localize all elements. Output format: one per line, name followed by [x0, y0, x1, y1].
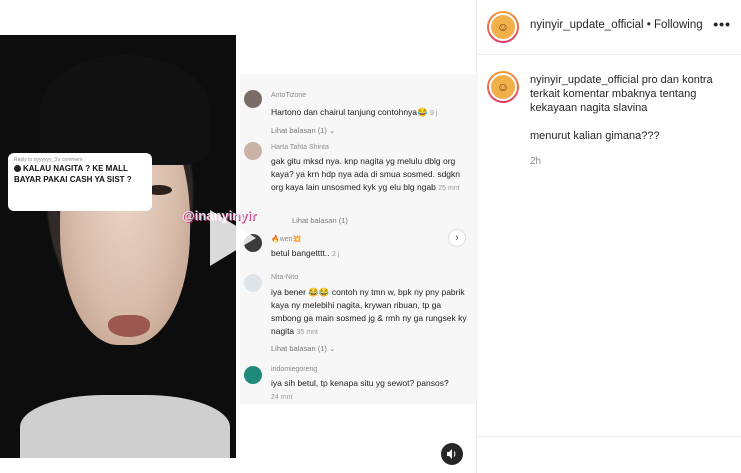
caption-username[interactable]: nyinyir_update_official: [530, 74, 639, 86]
bangs-shape: [40, 55, 210, 165]
more-options-icon[interactable]: •••: [713, 16, 731, 32]
post-details-panel: ☺ nyinyir_update_official • Following ••…: [477, 0, 741, 473]
avatar[interactable]: ☺: [487, 11, 519, 43]
comment-text: iya sih betul, tp kenapa situ yg sewot? …: [271, 377, 471, 404]
comment-body: Hartono dan chairul tanjung contohnya😂: [271, 107, 428, 117]
comment-body: gak gitu mksd nya. knp nagita yg melulu …: [271, 156, 460, 192]
comment-text: gak gitu mksd nya. knp nagita yg melulu …: [271, 155, 471, 195]
play-icon[interactable]: [210, 210, 256, 266]
divider: [477, 436, 741, 437]
comment-avatar: [244, 90, 262, 108]
mouth-shape: [108, 315, 150, 337]
chevron-down-icon: ⌄: [328, 344, 336, 353]
comment-body: iya sih betul, tp kenapa situ yg sewot? …: [271, 378, 449, 388]
reply-text: KALAU NAGITA ? KE MALL BAYAR PAKAI CASH …: [14, 163, 146, 185]
comment-text: Hartono dan chairul tanjung contohnya😂 9…: [271, 106, 471, 120]
post-header: ☺ nyinyir_update_official • Following ••…: [477, 0, 741, 55]
view-replies-link: Lihat balasan (1): [292, 216, 348, 225]
caption-question: menurut kalian gimana???: [530, 130, 660, 142]
avatar-face-icon: ☺: [489, 13, 517, 41]
reply-bubble: Reply to nyyyyyy_3's comment KALAU NAGIT…: [8, 153, 152, 211]
view-replies-link: Lihat balasan (1) ⌄: [271, 126, 335, 135]
comment-user: indomiegoreng: [271, 366, 318, 373]
media-pane: Reply to nyyyyyy_3's comment KALAU NAGIT…: [0, 0, 477, 473]
comment-time: 25 mnt: [438, 185, 460, 192]
caption: nyinyir_update_official pro dan kontra t…: [530, 73, 730, 115]
comment-avatar: [244, 274, 262, 292]
speaker-icon[interactable]: [441, 443, 463, 465]
comment-user: Harta Tahta Shinta: [271, 144, 329, 151]
comment-time: 35 mnt: [296, 329, 318, 336]
view-replies-label: Lihat balasan (1): [271, 126, 327, 135]
header-username[interactable]: nyinyir_update_official: [530, 19, 644, 31]
comment-body: betul bangetttt..: [271, 248, 330, 258]
post-timestamp[interactable]: 2h: [530, 156, 541, 167]
chevron-down-icon: ⌄: [328, 126, 336, 135]
reply-text-content: KALAU NAGITA ? KE MALL BAYAR PAKAI CASH …: [14, 164, 132, 184]
comment-time: 2 j: [331, 251, 340, 258]
chevron-right-icon[interactable]: ›: [448, 229, 466, 247]
comment-user: Nita-Nito: [271, 274, 299, 281]
comment-user: 🔥wen💥: [271, 236, 302, 243]
comment-user: AntoTizone: [271, 92, 307, 99]
following-button[interactable]: Following: [654, 19, 703, 31]
avatar-face-icon: ☺: [489, 73, 517, 101]
caption-avatar[interactable]: ☺: [487, 71, 519, 103]
speaker-glyph: [447, 449, 456, 459]
view-replies-label: Lihat balasan (1): [292, 216, 348, 225]
comment-avatar: [244, 366, 262, 384]
comments-screenshot: AntoTizone Hartono dan chairul tanjung c…: [240, 74, 476, 404]
header-user: nyinyir_update_official • Following: [530, 19, 703, 31]
separator-dot: •: [646, 19, 651, 31]
reply-avatar-icon: [14, 165, 21, 172]
comment-time: 24 mnt: [271, 394, 293, 401]
shirt-shape: [20, 395, 230, 458]
comment-avatar: [244, 142, 262, 160]
comment-text: iya bener 😂😂 contoh ny tmn w, bpk ny pny…: [271, 286, 471, 339]
view-replies-link: Lihat balasan (1) ⌄: [271, 344, 335, 353]
view-replies-label: Lihat balasan (1): [271, 344, 327, 353]
comment-text: betul bangetttt.. 2 j: [271, 247, 471, 261]
video-frame[interactable]: Reply to nyyyyyy_3's comment KALAU NAGIT…: [0, 35, 236, 458]
comment-time: 9 j: [429, 110, 438, 117]
post-viewer: Reply to nyyyyyy_3's comment KALAU NAGIT…: [0, 0, 741, 473]
